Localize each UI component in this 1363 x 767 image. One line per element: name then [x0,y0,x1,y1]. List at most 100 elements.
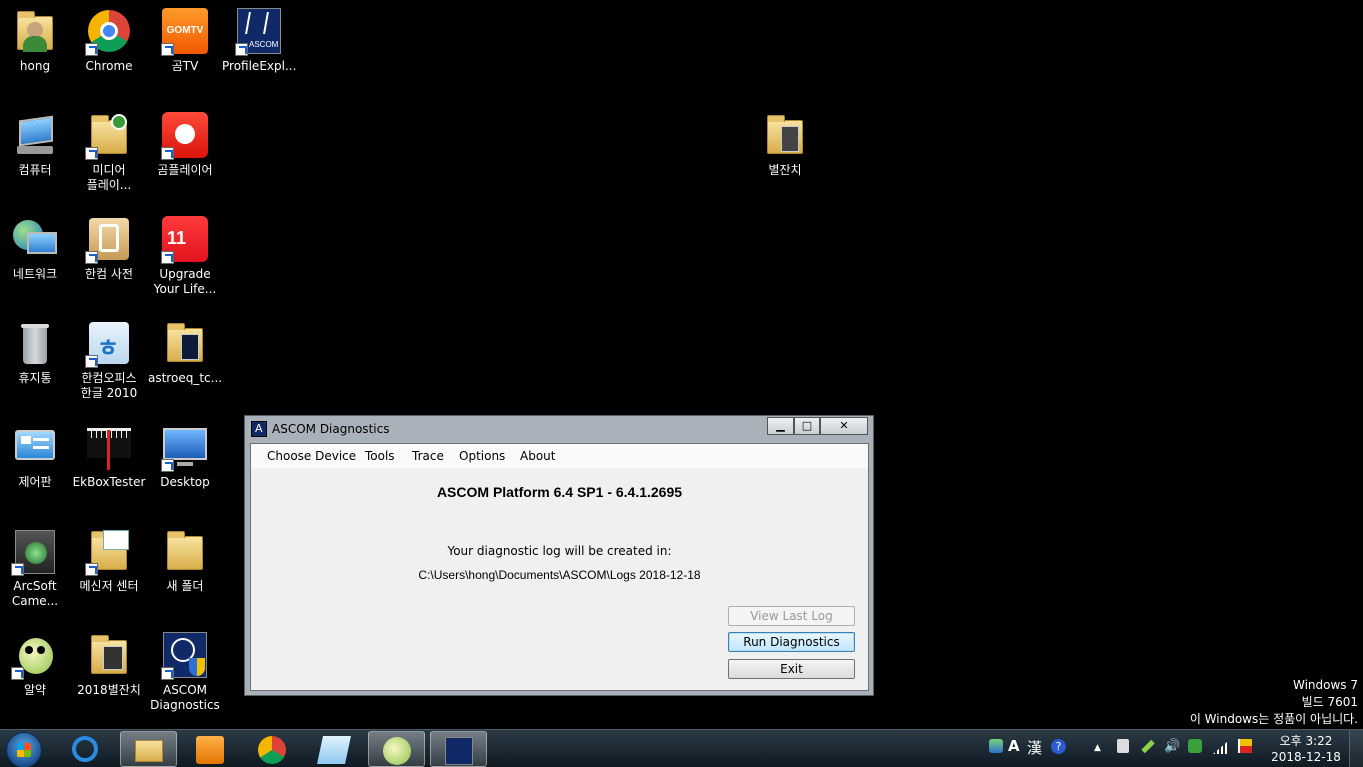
ekbox-ruler-icon [85,424,133,472]
desktop-icon-11st[interactable]: 11 Upgrade Your Life... [148,216,222,297]
desktop-icon-computer[interactable]: 컴퓨터 [0,112,72,178]
security-icon[interactable] [1188,739,1202,753]
media-player-icon [196,736,224,764]
internet-explorer-icon [72,736,98,762]
icon-label: hong [19,59,51,73]
start-button[interactable] [6,732,42,767]
taskbar-media[interactable] [182,731,239,767]
show-desktop-button[interactable] [1349,730,1363,767]
icon-label: 한컴오피스 한글 2010 [80,371,138,400]
taskbar-alyac[interactable] [368,731,425,767]
platform-version: ASCOM Platform 6.4 SP1 - 6.4.1.2695 [436,484,683,500]
icon-label: 알약 [23,683,47,697]
desktop-icon-hangul[interactable]: ㅎ 한컴오피스 한글 2010 [72,320,146,401]
icon-label: 미디어 플레이... [86,163,132,192]
alyac-icon [383,737,411,765]
control-panel-icon [11,424,59,472]
tray-expand-icon[interactable]: ▲ [1094,743,1101,753]
desktop-icon-2018-festival[interactable]: 2018별잔치 [72,632,146,698]
icon-label: 메신저 센터 [79,579,139,593]
battery-tool-icon[interactable] [1141,739,1155,754]
exit-button[interactable]: Exit [728,659,855,679]
taskbar-explorer[interactable] [120,731,177,767]
folder-icon [135,740,163,762]
icon-label: EkBoxTester [72,475,146,489]
folder-icon [161,528,209,576]
icon-label: 휴지통 [18,371,52,385]
maximize-button[interactable]: □ [794,417,820,435]
chrome-icon [258,736,286,764]
window-title: ASCOM Diagnostics [272,422,390,436]
desktop-icon-control-panel[interactable]: 제어판 [0,424,72,490]
desktop-icon-chrome[interactable]: Chrome [72,8,146,74]
alyac-icon [11,632,59,680]
network-signal-icon[interactable] [1213,742,1227,754]
taskbar-chrome[interactable] [244,731,301,767]
desktop-icon-hancom-dict[interactable]: 한컴 사전 [72,216,146,282]
taskbar-ascom[interactable] [430,731,487,767]
volume-icon[interactable]: 🔊 [1164,739,1180,754]
action-center-flag-icon[interactable] [1238,739,1252,753]
desktop-icon-profile-explorer[interactable]: ASCOM ProfileExpl... [222,8,296,74]
desktop-icon-hong[interactable]: hong [0,8,72,74]
taskbar-ie[interactable] [58,731,115,767]
desktop-icon-messenger[interactable]: 메신저 센터 [72,528,146,594]
title-bar[interactable]: ASCOM Diagnostics ▁ □ ✕ [245,416,873,442]
desktop-icon-arcsoft[interactable]: ArcSoft Came... [0,528,72,609]
taskbar: A 漢 ? ▲ 🔊 오후 3:22 2018-12-18 [0,729,1363,767]
ime-hanja[interactable]: 漢 [1027,737,1042,758]
menu-trace[interactable]: Trace [412,449,444,463]
run-diagnostics-button[interactable]: Run Diagnostics [728,632,855,652]
menu-choose-device[interactable]: Choose Device [267,449,356,463]
desktop-icon-alyac[interactable]: 알약 [0,632,72,698]
desktop-icon-ascom-diagnostics[interactable]: ASCOM Diagnostics [148,632,222,713]
window-client: Choose Device Tools Trace Options About … [250,443,869,691]
clock-time: 오후 3:22 [1279,734,1333,748]
ascom-icon [445,737,473,765]
minimize-button[interactable]: ▁ [767,417,794,435]
desktop-icon-desktop[interactable]: Desktop [148,424,222,490]
ime-help[interactable]: ? [1051,739,1066,754]
icon-label: 제어판 [18,475,52,489]
ascom-diagnostics-window: ASCOM Diagnostics ▁ □ ✕ Choose Device To… [244,415,874,696]
close-button[interactable]: ✕ [820,417,868,435]
menu-bar: Choose Device Tools Trace Options About [251,444,868,468]
icon-label: Upgrade Your Life... [153,267,217,296]
clock[interactable]: 오후 3:22 2018-12-18 [1262,733,1350,765]
folder-icon [161,320,209,368]
recycle-bin-icon [11,320,59,368]
desktop-icon-recycle-bin[interactable]: 휴지통 [0,320,72,386]
desktop-icon-gomtv[interactable]: GOMTV 곰TV [148,8,222,74]
clock-date: 2018-12-18 [1271,750,1341,764]
taskbar-notes[interactable] [306,731,363,767]
menu-tools[interactable]: Tools [365,449,395,463]
gomtv-icon: GOMTV [161,8,209,56]
desktop-icon-festival-folder[interactable]: 별잔치 [748,112,822,178]
computer-icon [11,112,59,160]
menu-options[interactable]: Options [459,449,505,463]
desktop-icon-media-player[interactable]: 미디어 플레이... [72,112,146,193]
messenger-folder-icon [85,528,133,576]
icon-label: 새 폴더 [166,579,204,593]
icon-label: 한컴 사전 [85,267,133,281]
icon-label: 곰플레이어 [157,163,213,177]
view-last-log-button[interactable]: View Last Log [728,606,855,626]
ime-lang[interactable]: A [1008,737,1020,755]
notes-icon [317,736,351,764]
desktop-icon-new-folder[interactable]: 새 폴더 [148,528,222,594]
desktop-icon-network[interactable]: 네트워크 [0,216,72,282]
icon-label: ProfileExpl... [222,59,297,73]
watermark-build: 빌드 7601 [1301,695,1358,709]
ime-icon[interactable] [989,739,1003,753]
menu-about[interactable]: About [520,449,555,463]
usb-icon[interactable] [1117,739,1129,753]
desktop-icon-gomplayer[interactable]: 곰플레이어 [148,112,222,178]
folder-icon [85,632,133,680]
desktop-icon-astroeq[interactable]: astroeq_tc... [148,320,222,386]
ascom-icon [161,632,209,680]
arcsoft-camera-icon [11,528,59,576]
watermark-os: Windows 7 [1292,678,1358,692]
desktop-icon-ekboxtester[interactable]: EkBoxTester [72,424,146,490]
watermark-genuine: 이 Windows는 정품이 아닙니다. [1189,712,1358,726]
log-location-label: Your diagnostic log will be created in: [447,544,672,558]
